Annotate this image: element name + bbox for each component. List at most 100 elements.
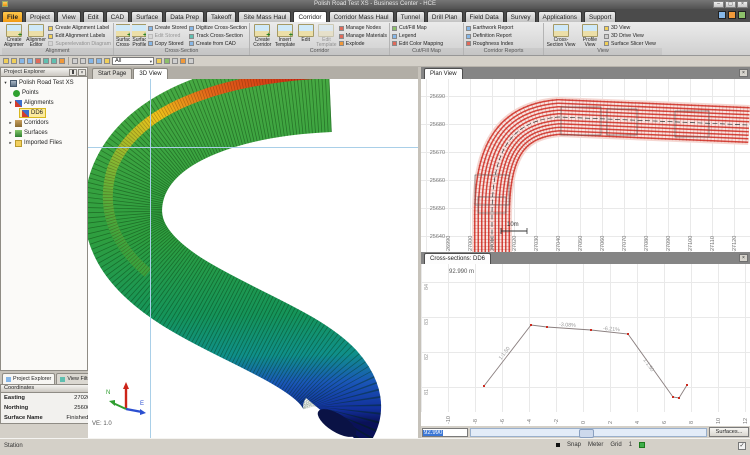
roughness-index-button[interactable]: Roughness Index	[466, 40, 513, 47]
undo-icon[interactable]	[43, 58, 49, 64]
surface-profile-button[interactable]: Surface Profile	[132, 24, 145, 47]
create-corridor-button[interactable]: Create Corridor	[252, 24, 273, 47]
workspace-icon[interactable]	[718, 11, 726, 19]
tab-file[interactable]: File	[2, 11, 23, 22]
restore-button[interactable]: ▢	[725, 1, 736, 8]
edit-corridor-button[interactable]: Edit	[297, 24, 314, 47]
insert-template-button[interactable]: Insert Template	[275, 24, 296, 47]
snap-indicator-icon[interactable]	[556, 443, 560, 447]
scrollbar-thumb[interactable]	[579, 429, 594, 438]
copy-icon[interactable]	[59, 58, 65, 64]
pencil-icon[interactable]	[156, 58, 162, 64]
grid-toggle[interactable]: Grid	[610, 442, 621, 448]
expand-icon[interactable]: ▾	[3, 80, 8, 86]
plan-view-canvas[interactable]: 10m 25690 25680 25670 25660 25650 25640 …	[421, 79, 750, 252]
tab-data-prep[interactable]: Data Prep	[165, 11, 204, 22]
tab-survey[interactable]: Survey	[506, 11, 536, 22]
legend-button[interactable]: Legend	[392, 33, 443, 40]
sync-icon[interactable]	[728, 11, 736, 19]
tab-project[interactable]: Project	[25, 11, 55, 22]
tree-node-imported-files[interactable]: ▸ Imported Files	[1, 138, 87, 148]
tab-drill-plan[interactable]: Drill Plan	[427, 11, 463, 22]
snap-settings-icon[interactable]	[180, 58, 186, 64]
panel-close-icon[interactable]: ×	[78, 69, 86, 76]
3d-drive-view-button[interactable]: 3D Drive View	[604, 33, 656, 40]
tab-field-data[interactable]: Field Data	[465, 11, 504, 22]
tab-surface[interactable]: Surface	[131, 11, 163, 22]
tab-project-explorer[interactable]: Project Explorer	[2, 373, 55, 384]
tab-view[interactable]: View	[57, 11, 81, 22]
import-icon[interactable]	[27, 58, 33, 64]
definition-report-button[interactable]: Definition Report	[466, 33, 513, 40]
surface-cross-section-button[interactable]: Surface Cross-Section	[116, 24, 130, 47]
measure-icon[interactable]	[164, 58, 170, 64]
selection-filter-combo[interactable]: All ▾	[112, 57, 154, 65]
export-icon[interactable]	[35, 58, 41, 64]
close-icon[interactable]: ×	[739, 69, 748, 77]
create-alignment-button[interactable]: Create Alignment ▾	[4, 24, 24, 47]
earthwork-report-button[interactable]: Earthwork Report	[466, 25, 513, 32]
tree-node-surfaces[interactable]: ▸ Surfaces	[1, 128, 87, 138]
eraser-icon[interactable]	[172, 58, 178, 64]
close-icon[interactable]: ×	[739, 254, 748, 262]
surfaces-button[interactable]: Surfaces...	[709, 427, 749, 437]
tab-corridor-mass-haul[interactable]: Corridor Mass Haul	[329, 11, 394, 22]
create-stored-button[interactable]: Create Stored	[148, 25, 187, 32]
manage-materials-button[interactable]: Manage Materials	[339, 33, 387, 40]
zoom-in-icon[interactable]	[80, 58, 86, 64]
tab-support[interactable]: Support	[584, 11, 616, 22]
create-alignment-label-button[interactable]: Create Alignment Label	[48, 25, 111, 32]
layers-icon[interactable]	[104, 58, 110, 64]
tab-cad[interactable]: CAD	[106, 11, 130, 22]
digitize-cross-section-button[interactable]: Digitize Cross-Section	[189, 25, 247, 32]
pin-icon[interactable]	[69, 69, 77, 76]
expand-icon[interactable]: ▾	[8, 100, 13, 106]
options-icon[interactable]	[188, 58, 194, 64]
collapse-icon[interactable]: ▸	[8, 130, 13, 136]
3d-view-canvas[interactable]: N E VE: 1.0	[88, 79, 418, 438]
status-checkbox[interactable]: ✓	[738, 442, 746, 450]
tree-node-points[interactable]: Points	[1, 88, 87, 98]
tab-tunnel[interactable]: Tunnel	[396, 11, 425, 22]
alignment-editor-button[interactable]: Alignment Editor	[26, 24, 46, 47]
tab-plan-view[interactable]: Plan View	[424, 68, 463, 79]
scale-value[interactable]: 1	[629, 442, 632, 448]
tab-cross-sections[interactable]: Cross-sections: DD6	[424, 253, 491, 264]
tab-takeoff[interactable]: Takeoff	[206, 11, 237, 22]
tree-node-dd6[interactable]: DD6	[1, 108, 87, 118]
tab-edit[interactable]: Edit	[83, 11, 104, 22]
tab-site-mass-haul[interactable]: Site Mass Haul	[238, 11, 291, 22]
3d-view-button[interactable]: 3D View	[604, 25, 656, 32]
surface-slicer-view-button[interactable]: Surface Slicer View	[604, 40, 656, 47]
3d-mode-icon[interactable]	[639, 442, 645, 448]
explode-button[interactable]: Explode	[339, 40, 387, 47]
station-scrollbar[interactable]	[470, 428, 707, 437]
snap-toggle[interactable]: Snap	[567, 442, 581, 448]
collapse-icon[interactable]: ▸	[8, 120, 13, 126]
open-icon[interactable]	[11, 58, 17, 64]
tree-node-alignments[interactable]: ▾ Alignments	[1, 98, 87, 108]
cross-section-view-button[interactable]: Cross-Section View	[546, 24, 576, 47]
zoom-extents-icon[interactable]	[72, 58, 78, 64]
edit-color-mapping-button[interactable]: Edit Color Mapping	[392, 40, 443, 47]
tree-node-corridors[interactable]: ▸ Corridors	[1, 118, 87, 128]
close-button[interactable]: ×	[737, 1, 748, 8]
tab-start-page[interactable]: Start Page	[92, 68, 132, 79]
station-input[interactable]: 92.990	[422, 428, 468, 437]
collapse-icon[interactable]: ▸	[8, 140, 13, 146]
tab-corridor[interactable]: Corridor	[293, 11, 326, 22]
new-icon[interactable]	[3, 58, 9, 64]
tab-3d-view[interactable]: 3D View	[133, 68, 167, 79]
save-icon[interactable]	[19, 58, 25, 64]
cross-section-canvas[interactable]: 92.990 m 84 83 82 81 1:1.50 -3.08% -6	[421, 264, 750, 426]
tab-applications[interactable]: Applications	[538, 11, 582, 22]
cutfill-map-button[interactable]: Cut/Fill Map	[392, 25, 443, 32]
help-icon[interactable]	[738, 11, 746, 19]
zoom-out-icon[interactable]	[88, 58, 94, 64]
manage-nodes-button[interactable]: Manage Nodes	[339, 25, 387, 32]
units-toggle[interactable]: Meter	[588, 442, 603, 448]
profile-view-button[interactable]: Profile View	[578, 24, 602, 47]
create-from-cad-button[interactable]: Create from CAD	[189, 40, 247, 47]
minimize-button[interactable]: –	[713, 1, 724, 8]
edit-alignment-labels-button[interactable]: Edit Alignment Labels	[48, 33, 111, 40]
